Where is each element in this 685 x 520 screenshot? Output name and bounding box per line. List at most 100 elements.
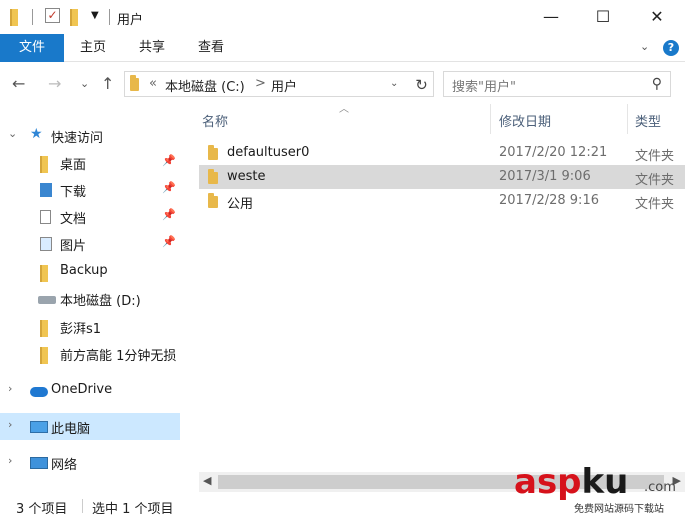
column-header-bar: ︿ 名称 修改日期 类型 xyxy=(186,104,685,134)
nav-label: OneDrive xyxy=(51,382,113,397)
divider xyxy=(109,9,110,25)
pin-icon: 📌 xyxy=(162,208,176,221)
chevron-right-icon[interactable]: › xyxy=(8,418,12,431)
file-name: weste xyxy=(227,169,266,184)
table-row[interactable]: defaultuser0 2017/2/20 12:21 文件夹 xyxy=(199,141,685,165)
folder-icon xyxy=(40,265,48,282)
watermark-text-a: asp xyxy=(514,462,582,502)
search-input[interactable]: 搜索"用户" ⚲ xyxy=(443,71,671,97)
navigation-bar: ← → ⌄ ↑ « 本地磁盘 (C:) > 用户 ⌄ ↻ 搜索"用户" ⚲ xyxy=(0,62,685,104)
nav-item-drive-d[interactable]: 本地磁盘 (D:) xyxy=(0,285,180,312)
network-icon xyxy=(30,457,48,469)
close-button[interactable]: ✕ xyxy=(631,0,683,34)
watermark-text-b: ku xyxy=(581,462,629,502)
breadcrumb-separator[interactable]: > xyxy=(255,76,266,91)
minimize-button[interactable]: — xyxy=(525,0,577,34)
cloud-icon xyxy=(30,387,48,397)
address-bar[interactable]: « 本地磁盘 (C:) > 用户 ⌄ xyxy=(124,71,434,97)
column-header-type[interactable]: 类型 xyxy=(635,111,661,130)
chevron-down-icon[interactable]: ▼ xyxy=(91,10,99,21)
address-overflow[interactable]: « xyxy=(149,76,157,91)
nav-label: 桌面 xyxy=(60,158,87,173)
folder-icon xyxy=(40,156,48,173)
item-count: 3 个项目 xyxy=(16,502,68,517)
expand-ribbon-icon[interactable]: ⌄ xyxy=(640,40,649,53)
tab-home[interactable]: 主页 xyxy=(80,34,106,62)
file-date: 2017/2/28 9:16 xyxy=(499,193,599,208)
picture-icon xyxy=(40,237,52,251)
folder-icon xyxy=(10,9,18,26)
nav-item-downloads[interactable]: 下载 📌 xyxy=(0,176,180,203)
chevron-right-icon[interactable]: › xyxy=(8,454,12,467)
forward-button[interactable]: → xyxy=(48,74,61,93)
nav-item-documents[interactable]: 文档 📌 xyxy=(0,203,180,230)
file-date: 2017/3/1 9:06 xyxy=(499,169,591,184)
nav-label: 图片 xyxy=(60,239,87,254)
breadcrumb-drive-c[interactable]: 本地磁盘 (C:) xyxy=(165,76,245,95)
divider xyxy=(82,499,83,513)
title-bar: ✓ ▼ 用户 — ☐ ✕ xyxy=(0,0,685,34)
nav-onedrive[interactable]: › OneDrive xyxy=(0,377,180,404)
back-button[interactable]: ← xyxy=(12,74,25,93)
nav-this-pc[interactable]: › 此电脑 xyxy=(0,413,180,440)
scroll-left-icon[interactable]: ◀ xyxy=(203,474,211,487)
nav-label: 彭湃s1 xyxy=(60,322,102,337)
watermark-logo: aspku xyxy=(514,462,628,502)
file-name: 公用 xyxy=(227,197,254,212)
nav-item-desktop[interactable]: 桌面 📌 xyxy=(0,149,180,176)
file-name: defaultuser0 xyxy=(227,145,310,160)
tab-share[interactable]: 共享 xyxy=(139,34,165,62)
watermark-caption: 免费网站源码下载站 xyxy=(574,500,664,515)
star-icon: ★ xyxy=(30,126,43,142)
nav-label: 快速访问 xyxy=(51,131,104,146)
chevron-down-icon[interactable]: ⌄ xyxy=(8,127,17,140)
nav-label: 文档 xyxy=(60,212,87,227)
sort-ascending-icon: ︿ xyxy=(339,104,349,115)
nav-item-pictures[interactable]: 图片 📌 xyxy=(0,230,180,257)
chevron-right-icon[interactable]: › xyxy=(8,382,12,395)
folder-icon xyxy=(40,347,48,364)
tab-file[interactable]: 文件 xyxy=(0,34,64,62)
pin-icon: 📌 xyxy=(162,154,176,167)
nav-label: Backup xyxy=(60,263,108,278)
refresh-button[interactable]: ↻ xyxy=(410,71,434,97)
column-divider[interactable] xyxy=(627,104,628,134)
nav-network[interactable]: › 网络 xyxy=(0,449,180,476)
folder-icon xyxy=(130,75,139,91)
pin-icon: 📌 xyxy=(162,235,176,248)
tab-view[interactable]: 查看 xyxy=(198,34,224,62)
watermark-domain: .com xyxy=(644,480,676,495)
divider xyxy=(32,9,33,25)
search-icon: ⚲ xyxy=(651,76,662,92)
file-date: 2017/2/20 12:21 xyxy=(499,145,608,160)
recent-locations-button[interactable]: ⌄ xyxy=(80,77,89,90)
folder-icon xyxy=(208,193,218,208)
download-icon xyxy=(40,183,52,197)
file-type: 文件夹 xyxy=(635,173,675,188)
file-type: 文件夹 xyxy=(635,149,675,164)
column-header-name[interactable]: 名称 xyxy=(202,111,228,130)
nav-item-pengpai[interactable]: 彭湃s1 xyxy=(0,313,180,340)
nav-quick-access[interactable]: ⌄ ★ 快速访问 xyxy=(0,122,180,149)
nav-label: 前方高能 1分钟无损 xyxy=(60,349,177,364)
nav-item-qianfang[interactable]: 前方高能 1分钟无损 xyxy=(0,340,180,367)
folder-icon xyxy=(208,169,218,184)
properties-icon[interactable]: ✓ xyxy=(45,8,60,23)
breadcrumb-users[interactable]: 用户 xyxy=(271,76,297,95)
table-row[interactable]: weste 2017/3/1 9:06 文件夹 xyxy=(199,165,685,189)
navigation-pane: ⌄ ★ 快速访问 桌面 📌 下载 📌 文档 📌 图片 📌 Backup 本地磁盘… xyxy=(0,104,182,492)
nav-label: 网络 xyxy=(51,458,78,473)
help-icon[interactable]: ? xyxy=(663,40,679,56)
selected-count: 选中 1 个项目 xyxy=(92,502,174,517)
nav-label: 本地磁盘 (D:) xyxy=(60,294,141,309)
up-button[interactable]: ↑ xyxy=(101,74,114,93)
drive-icon xyxy=(38,296,56,304)
address-history-chevron-icon[interactable]: ⌄ xyxy=(390,78,398,89)
folder-icon xyxy=(208,145,218,160)
column-header-date[interactable]: 修改日期 xyxy=(499,111,551,130)
new-folder-icon[interactable] xyxy=(70,9,78,26)
column-divider[interactable] xyxy=(490,104,491,134)
maximize-button[interactable]: ☐ xyxy=(577,0,629,34)
nav-item-backup[interactable]: Backup xyxy=(0,258,180,285)
table-row[interactable]: 公用 2017/2/28 9:16 文件夹 xyxy=(199,189,685,213)
